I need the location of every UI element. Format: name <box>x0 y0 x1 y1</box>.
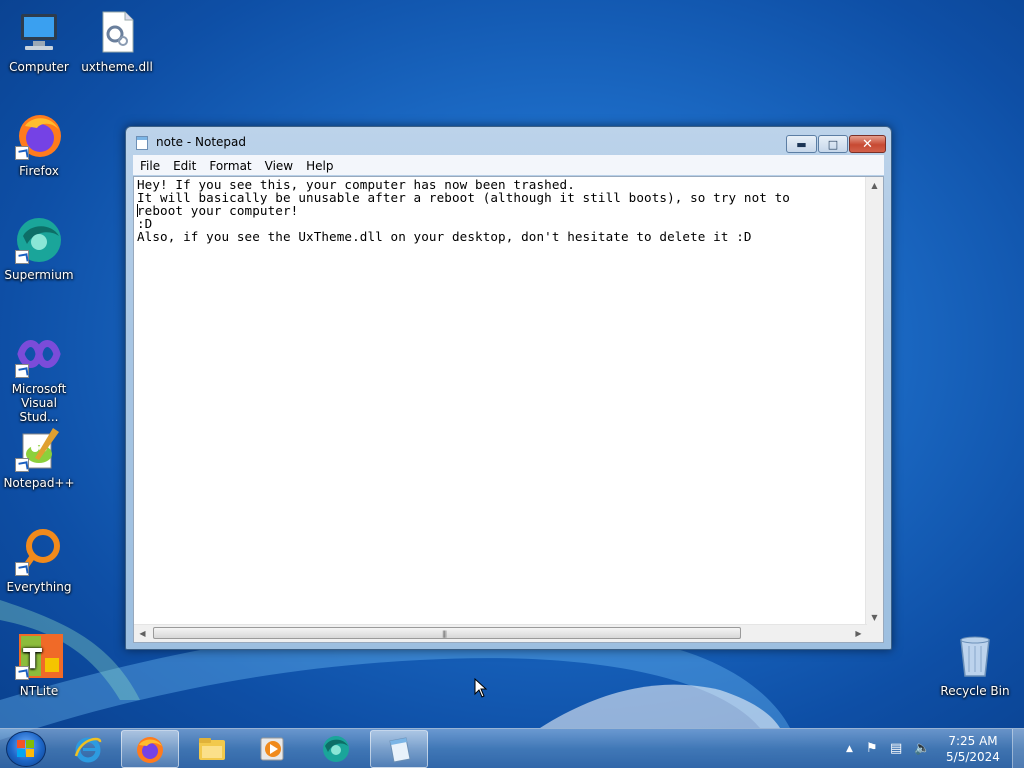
ntlite-icon: T <box>15 632 63 680</box>
firefox-icon <box>15 112 63 160</box>
taskbar-windows-explorer[interactable] <box>184 730 242 768</box>
scroll-right-arrow-icon[interactable]: ▶ <box>850 625 867 642</box>
shortcut-arrow-icon <box>15 562 29 576</box>
minimize-button[interactable]: ▬ <box>786 135 817 153</box>
recycle-bin-icon <box>951 632 999 680</box>
supermium-icon <box>15 216 63 264</box>
horizontal-scroll-thumb[interactable]: ||| <box>153 627 741 639</box>
desktop-icon-computer[interactable]: Computer <box>0 8 78 74</box>
mouse-pointer-icon <box>474 678 488 698</box>
notepad-window[interactable]: note - Notepad ▬ □ ✕ File Edit Format View H… <box>125 126 892 650</box>
notepad-icon <box>136 136 148 150</box>
shortcut-arrow-icon <box>15 666 29 680</box>
taskbar-supermium[interactable] <box>308 730 366 768</box>
desktop-icon-ntlite[interactable]: T NTLite <box>0 632 78 698</box>
desktop-icon-label: uxtheme.dll <box>81 60 153 74</box>
scroll-up-arrow-icon[interactable]: ▲ <box>866 177 883 194</box>
shortcut-arrow-icon <box>15 146 29 160</box>
clock-time: 7:25 AM <box>948 734 998 748</box>
scroll-down-arrow-icon[interactable]: ▼ <box>866 609 883 626</box>
size-grip[interactable] <box>866 625 883 642</box>
shortcut-arrow-icon <box>15 250 29 264</box>
show-desktop-button[interactable] <box>1012 729 1024 768</box>
vertical-scrollbar[interactable]: ▲ ▼ <box>865 177 883 626</box>
taskbar-firefox[interactable] <box>121 730 179 768</box>
menu-view[interactable]: View <box>258 157 299 173</box>
window-title: note - Notepad <box>156 135 246 149</box>
desktop-icon-label: NTLite <box>19 684 59 698</box>
text-editor[interactable]: Hey! If you see this, your computer has … <box>133 176 884 643</box>
windows-logo-icon <box>17 740 34 757</box>
desktop-icon-label: Everything <box>6 580 72 594</box>
desktop-icon-notepad-plus-plus[interactable]: Notepad++ <box>0 424 78 490</box>
taskbar: ▲ ⚑ ▤ 🔈 7:25 AM 5/5/2024 <box>0 728 1024 768</box>
notepad-icon <box>389 737 411 763</box>
desktop-icon-visual-studio[interactable]: Microsoft Visual Stud... <box>0 330 78 424</box>
desktop-icon-firefox[interactable]: Firefox <box>0 112 78 178</box>
shortcut-arrow-icon <box>15 458 29 472</box>
action-center-flag-icon[interactable]: ⚑ <box>866 741 878 756</box>
desktop-icon-label: Microsoft Visual Stud... <box>11 382 67 424</box>
desktop-icon-label: Computer <box>9 60 69 74</box>
title-bar[interactable]: note - Notepad ▬ □ ✕ <box>126 127 891 157</box>
editor-content[interactable]: Hey! If you see this, your computer has … <box>137 178 867 243</box>
show-hidden-icons-icon[interactable]: ▲ <box>846 744 853 754</box>
maximize-icon: □ <box>827 137 839 151</box>
start-button[interactable] <box>6 731 46 767</box>
taskbar-media-player[interactable] <box>245 730 303 768</box>
computer-icon <box>15 8 63 56</box>
volume-icon[interactable]: 🔈 <box>914 741 930 756</box>
supermium-icon <box>323 736 349 762</box>
media-player-icon <box>260 737 284 761</box>
horizontal-scrollbar[interactable]: ◀ ||| ▶ <box>134 624 867 642</box>
shortcut-arrow-icon <box>15 364 29 378</box>
desktop-icon-recycle-bin[interactable]: Recycle Bin <box>936 632 1014 698</box>
notepad-plus-plus-icon <box>15 424 63 472</box>
menu-bar: File Edit Format View Help <box>133 155 884 175</box>
firefox-icon <box>137 737 163 763</box>
windows-explorer-icon <box>199 738 225 760</box>
everything-search-icon <box>15 528 63 576</box>
dll-file-icon <box>93 8 141 56</box>
desktop-icon-label: Recycle Bin <box>940 684 1010 698</box>
menu-file[interactable]: File <box>133 157 166 173</box>
clock-date: 5/5/2024 <box>946 750 1000 764</box>
menu-format[interactable]: Format <box>202 157 257 173</box>
visual-studio-icon <box>15 330 63 378</box>
scroll-left-arrow-icon[interactable]: ◀ <box>134 625 151 642</box>
text-caret <box>137 204 138 217</box>
taskbar-notepad[interactable] <box>370 730 428 768</box>
grip-icon: ||| <box>442 630 447 638</box>
network-icon[interactable]: ▤ <box>890 741 902 756</box>
desktop-icon-everything[interactable]: Everything <box>0 528 78 594</box>
maximize-button[interactable]: □ <box>818 135 848 153</box>
minimize-icon: ▬ <box>796 137 807 151</box>
close-button[interactable]: ✕ <box>849 135 886 153</box>
desktop-icon-supermium[interactable]: Supermium <box>0 216 78 282</box>
desktop-icon-uxtheme-dll[interactable]: uxtheme.dll <box>78 8 156 74</box>
desktop-icon-label: Supermium <box>4 268 74 282</box>
menu-help[interactable]: Help <box>299 157 339 173</box>
desktop-icon-label: Notepad++ <box>3 476 75 490</box>
close-icon: ✕ <box>862 136 873 152</box>
clock[interactable]: 7:25 AM 5/5/2024 <box>937 733 1009 765</box>
internet-explorer-icon <box>74 737 102 763</box>
taskbar-internet-explorer[interactable] <box>60 730 118 768</box>
desktop-icon-label: Firefox <box>19 164 59 178</box>
menu-edit[interactable]: Edit <box>166 157 202 173</box>
